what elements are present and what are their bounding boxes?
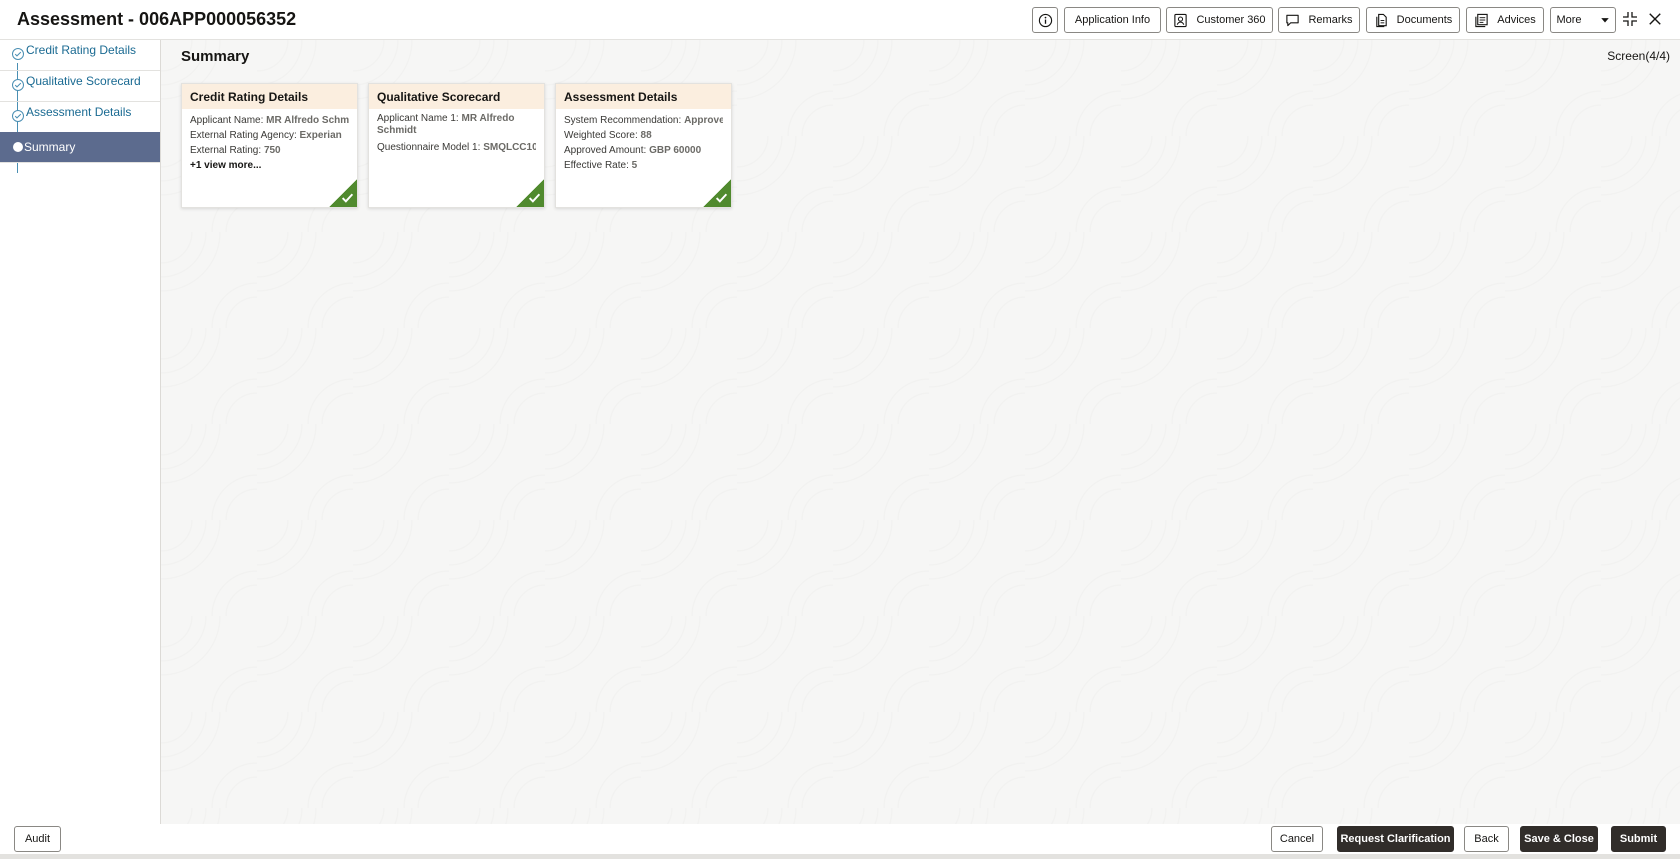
step-complete-marker [12,110,24,122]
step-complete-marker [12,79,24,91]
check-icon [14,82,22,88]
remarks-button[interactable]: Remarks [1278,7,1360,33]
content-title: Summary [181,48,250,65]
documents-label: Documents [1396,14,1453,26]
card-complete-badge [516,179,544,207]
step-complete-marker [12,48,24,60]
advices-label: Advices [1497,14,1536,26]
submit-button[interactable]: Submit [1611,826,1666,852]
card-title: Qualitative Scorecard [369,84,544,109]
collapse-button[interactable] [1620,9,1640,29]
close-button[interactable] [1645,9,1665,29]
card-complete-badge [703,179,731,207]
request-clarification-button[interactable]: Request Clarification [1337,826,1454,852]
view-more-link[interactable]: +1 view more... [190,158,349,173]
card-line: System Recommendation: Approved [564,115,723,126]
person-card-icon [1174,13,1188,27]
check-icon [715,193,728,203]
card-line: Applicant Name: MR Alfredo Schmidt [190,115,349,126]
card-line: External Rating Agency: Experian [190,130,342,141]
customer-360-button[interactable]: Customer 360 [1166,7,1273,33]
main-content: Summary Screen(4/4) Credit Rating Detail… [161,40,1680,824]
application-info-button[interactable]: Application Info [1064,7,1161,33]
page-header: Assessment - 006APP000056352 Application… [0,0,1680,40]
card-line: Questionnaire Model 1: SMQLCC101 [377,142,536,153]
advices-button[interactable]: Advices [1466,7,1544,33]
step-navigation: Credit Rating Details Qualitative Scorec… [0,40,161,824]
step-summary[interactable]: Summary [0,132,160,163]
documents-icon [1375,13,1387,27]
card-complete-badge [329,179,357,207]
check-icon [528,193,541,203]
screen-counter: Screen(4/4) [1607,49,1670,63]
step-assessment-details[interactable]: Assessment Details [0,102,160,133]
card-title: Assessment Details [556,84,731,109]
customer-360-label: Customer 360 [1196,14,1266,26]
step-qualitative-scorecard[interactable]: Qualitative Scorecard [0,71,160,102]
card-line: Approved Amount: GBP 60000 [564,145,702,156]
more-label: More [1556,14,1582,26]
cancel-button[interactable]: Cancel [1271,826,1323,852]
step-label: Credit Rating Details [26,43,137,57]
card-line: Effective Rate: 5 [564,160,638,171]
summary-card-assessment-details[interactable]: Assessment Details System Recommendation… [555,83,732,208]
card-title: Credit Rating Details [182,84,357,109]
caret-down-icon [1600,18,1609,23]
remarks-label: Remarks [1308,14,1353,26]
info-icon [1038,13,1052,27]
info-button[interactable] [1032,7,1058,33]
summary-card-qualitative-scorecard[interactable]: Qualitative Scorecard Applicant Name 1: … [368,83,545,208]
collapse-icon [1623,12,1637,26]
summary-card-credit-rating-details[interactable]: Credit Rating Details Applicant Name: MR… [181,83,358,208]
back-button[interactable]: Back [1464,826,1509,852]
check-icon [341,193,354,203]
footer-bar: Audit Cancel Request Clarification Back … [0,824,1680,854]
close-icon [1649,13,1661,25]
chat-icon [1286,14,1300,26]
check-icon [14,51,22,57]
documents-button[interactable]: Documents [1366,7,1460,33]
step-label: Summary [24,140,76,154]
card-line: Weighted Score: 88 [564,130,652,141]
audit-button[interactable]: Audit [14,826,61,852]
step-label: Qualitative Scorecard [26,74,141,88]
footer-divider [0,854,1680,859]
advices-icon [1475,13,1488,27]
check-icon [14,113,22,119]
card-line: External Rating: 750 [190,145,281,156]
save-close-button[interactable]: Save & Close [1520,826,1598,852]
step-label: Assessment Details [26,105,132,119]
card-line: Applicant Name 1: MR Alfredo Schmidt [377,113,515,136]
page-title: Assessment - 006APP000056352 [17,9,297,29]
application-info-label: Application Info [1074,14,1151,26]
step-credit-rating-details[interactable]: Credit Rating Details [0,40,160,71]
more-button[interactable]: More [1550,7,1616,33]
step-active-marker [13,142,23,152]
